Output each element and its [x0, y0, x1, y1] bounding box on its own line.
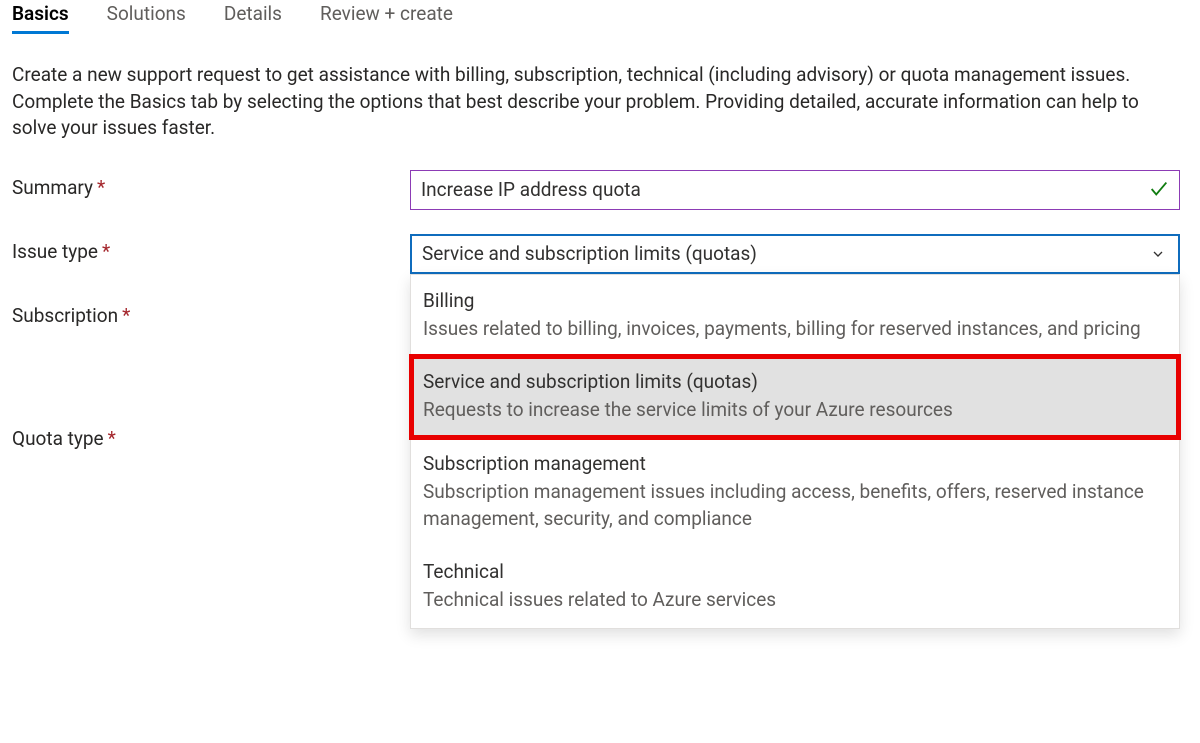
tabs-bar: Basics Solutions Details Review + create	[12, 2, 1188, 34]
option-title: Service and subscription limits (quotas)	[423, 370, 1167, 393]
dropdown-option-subscription-management[interactable]: Subscription management Subscription man…	[411, 438, 1179, 546]
option-desc: Subscription management issues including…	[423, 479, 1167, 532]
issue-type-control: Service and subscription limits (quotas)…	[410, 234, 1180, 274]
issue-type-selected-value: Service and subscription limits (quotas)	[422, 242, 757, 265]
option-desc: Requests to increase the service limits …	[423, 397, 1167, 424]
required-star-icon: *	[102, 240, 110, 263]
option-desc: Technical issues related to Azure servic…	[423, 587, 1167, 614]
quota-type-label-text: Quota type	[12, 427, 104, 450]
intro-paragraph-2: Complete the Basics tab by selecting the…	[12, 89, 1182, 142]
required-star-icon: *	[97, 176, 105, 199]
required-star-icon: *	[108, 427, 116, 450]
option-title: Technical	[423, 560, 1167, 583]
issue-type-label-text: Issue type	[12, 240, 98, 263]
summary-label: Summary*	[12, 170, 410, 199]
tab-review-create[interactable]: Review + create	[320, 2, 453, 34]
summary-label-text: Summary	[12, 176, 93, 199]
intro-text: Create a new support request to get assi…	[12, 62, 1182, 142]
issue-type-label: Issue type*	[12, 234, 410, 263]
form-row-issue-type: Issue type* Service and subscription lim…	[12, 234, 1188, 274]
option-title: Billing	[423, 289, 1167, 312]
summary-input[interactable]	[410, 170, 1180, 210]
tab-details[interactable]: Details	[224, 2, 282, 34]
dropdown-option-technical[interactable]: Technical Technical issues related to Az…	[411, 546, 1179, 628]
summary-control	[410, 170, 1180, 210]
tab-solutions[interactable]: Solutions	[107, 2, 186, 34]
chevron-down-icon	[1150, 246, 1166, 262]
dropdown-option-billing[interactable]: Billing Issues related to billing, invoi…	[411, 275, 1179, 357]
issue-type-select[interactable]: Service and subscription limits (quotas)	[410, 234, 1180, 274]
option-desc: Issues related to billing, invoices, pay…	[423, 316, 1167, 343]
intro-paragraph-1: Create a new support request to get assi…	[12, 62, 1182, 89]
checkmark-icon	[1148, 178, 1170, 200]
required-star-icon: *	[122, 304, 130, 327]
quota-type-label: Quota type*	[12, 421, 410, 450]
dropdown-option-quotas[interactable]: Service and subscription limits (quotas)…	[411, 356, 1179, 438]
form-row-summary: Summary*	[12, 170, 1188, 210]
tab-basics[interactable]: Basics	[12, 2, 69, 34]
subscription-label-text: Subscription	[12, 304, 118, 327]
subscription-label: Subscription*	[12, 298, 410, 327]
issue-type-dropdown: Billing Issues related to billing, invoi…	[410, 274, 1180, 629]
option-title: Subscription management	[423, 452, 1167, 475]
